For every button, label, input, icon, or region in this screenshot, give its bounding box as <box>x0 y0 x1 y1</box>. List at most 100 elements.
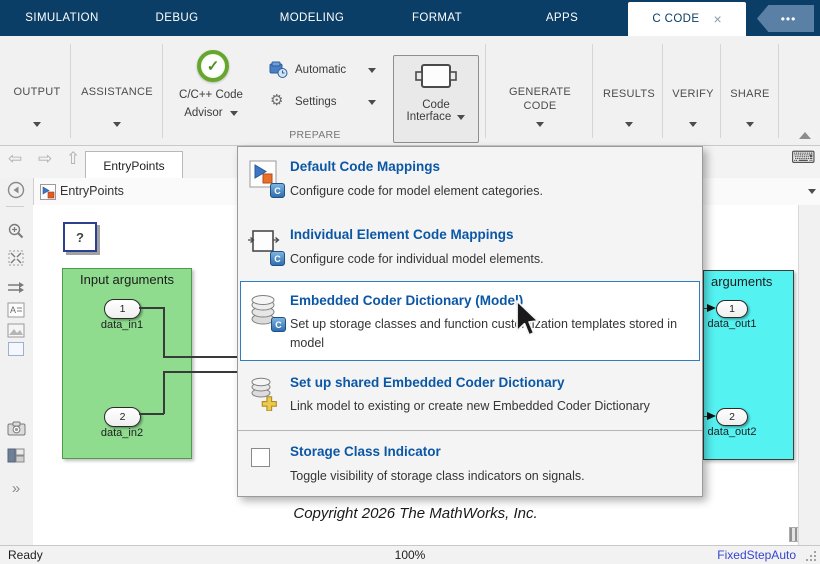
code-interface-button[interactable]: Code Interface <box>393 55 479 143</box>
ribbon-separator <box>662 44 663 138</box>
inport-2-label: data_in2 <box>100 427 144 439</box>
signal-routing-icon[interactable] <box>6 278 26 298</box>
chevron-down-icon[interactable] <box>536 122 544 127</box>
settings-button[interactable]: Settings <box>295 96 337 108</box>
library-browser-icon[interactable] <box>6 445 26 465</box>
signal-wire[interactable] <box>139 413 164 415</box>
chevron-down-icon[interactable] <box>113 122 121 127</box>
tab-debug[interactable]: DEBUG <box>156 0 199 36</box>
storage-class-indicator-checkbox[interactable] <box>251 448 270 467</box>
code-advisor-icon[interactable]: ✓ <box>197 50 229 82</box>
menu-divider <box>238 430 702 431</box>
chevron-down-icon <box>457 115 466 120</box>
code-interface-label-text: Interface <box>406 111 452 123</box>
more-tabs-button[interactable]: ••• <box>757 5 814 32</box>
code-interface-label-line1: Code <box>422 99 450 111</box>
chevron-down-icon[interactable] <box>368 100 376 105</box>
status-solver-link[interactable]: FixedStepAuto <box>717 548 796 562</box>
ribbon: OUTPUT ASSISTANCE ✓ C/C++ Code Advisor A… <box>0 36 820 146</box>
chevron-down-icon[interactable] <box>746 122 754 127</box>
gear-icon: ⚙ <box>270 92 284 109</box>
code-advisor-label-line2[interactable]: Advisor <box>168 107 254 119</box>
code-interface-icon <box>415 64 457 88</box>
chevron-down-icon[interactable] <box>33 122 41 127</box>
forward-arrow-icon[interactable]: ⇨ <box>38 149 52 169</box>
fit-to-view-icon[interactable] <box>6 248 26 268</box>
image-icon[interactable] <box>6 320 26 340</box>
check-icon: ✓ <box>206 58 220 75</box>
zoom-in-icon[interactable] <box>6 221 26 241</box>
chevron-down-icon[interactable] <box>625 122 633 127</box>
up-arrow-icon[interactable]: ⇧ <box>66 149 80 169</box>
tab-modeling[interactable]: MODELING <box>280 0 345 36</box>
keyboard-icon[interactable]: ⌨ <box>791 148 816 168</box>
status-bar: Ready 100% FixedStepAuto <box>0 545 820 564</box>
chevron-down-icon[interactable] <box>368 68 376 73</box>
simulink-model-icon <box>40 184 56 200</box>
code-interface-dropdown-menu: C Default Code Mappings Configure code f… <box>237 146 703 497</box>
c-badge-icon: C <box>270 183 285 198</box>
toolstrip-tab-bar: SIMULATION DEBUG MODELING FORMAT APPS C … <box>0 0 820 36</box>
tab-simulation[interactable]: SIMULATION <box>25 0 98 36</box>
screenshot-camera-icon[interactable] <box>6 418 26 438</box>
tab-c-code-label: C CODE <box>652 13 700 25</box>
signal-wire[interactable] <box>163 372 165 414</box>
inport-1[interactable]: 1 <box>104 299 141 319</box>
vertical-scrollbar[interactable] <box>798 205 820 545</box>
outport-2-label: data_out2 <box>707 426 757 438</box>
menu-item-shared-coder-dictionary[interactable]: Set up shared Embedded Coder Dictionary <box>290 375 565 390</box>
chevron-down-icon[interactable] <box>229 111 238 116</box>
group-share[interactable]: SHARE <box>722 88 778 100</box>
wire-arrowhead-icon <box>707 412 716 420</box>
close-tab-icon[interactable]: × <box>713 12 721 26</box>
signal-wire[interactable] <box>163 307 165 357</box>
menu-item-storage-class-indicator[interactable]: Storage Class Indicator <box>290 444 441 459</box>
group-verify[interactable]: VERIFY <box>666 88 720 100</box>
signal-wire[interactable] <box>139 307 164 309</box>
group-generate-code-line2[interactable]: CODE <box>495 100 585 112</box>
inport-2[interactable]: 2 <box>104 407 141 427</box>
outport-2[interactable]: 2 <box>716 408 748 426</box>
resize-grip-icon[interactable] <box>805 550 817 562</box>
chevron-down-icon[interactable] <box>689 122 697 127</box>
tab-format[interactable]: FORMAT <box>412 0 462 36</box>
menu-item-embedded-coder-dictionary-title[interactable]: Embedded Coder Dictionary (Model) <box>290 293 523 308</box>
shared-coder-dictionary-icon <box>249 375 283 412</box>
document-tab-entrypoints[interactable]: EntryPoints <box>85 151 183 179</box>
box-area-icon[interactable] <box>6 339 26 359</box>
group-assistance[interactable]: ASSISTANCE <box>76 86 158 98</box>
ellipsis-icon: ••• <box>780 11 797 26</box>
copyright-annotation: Copyright 2026 The MathWorks, Inc. <box>293 505 538 522</box>
c-badge-icon: C <box>271 317 286 332</box>
mouse-cursor <box>516 300 539 336</box>
menu-item-default-code-mappings-desc: Configure code for model element categor… <box>290 184 543 198</box>
unknown-block[interactable]: ? <box>63 222 97 252</box>
menu-item-default-code-mappings[interactable]: Default Code Mappings <box>290 159 440 174</box>
outport-1-label: data_out1 <box>707 318 757 330</box>
back-arrow-icon[interactable]: ⇦ <box>8 149 22 169</box>
group-generate-code[interactable]: GENERATE <box>495 86 585 98</box>
group-output[interactable]: OUTPUT <box>6 86 68 98</box>
chevron-down-icon[interactable] <box>808 189 816 194</box>
palette-expand-icon[interactable]: » <box>6 478 26 498</box>
tab-apps[interactable]: APPS <box>546 0 578 36</box>
annotation-icon[interactable]: A <box>6 300 26 320</box>
input-block-title: Input arguments <box>80 272 174 287</box>
menu-item-individual-element-code-mappings[interactable]: Individual Element Code Mappings <box>290 227 514 242</box>
minimize-ribbon-icon[interactable] <box>799 132 811 139</box>
signal-wire[interactable] <box>163 356 239 358</box>
outport-1[interactable]: 1 <box>716 300 748 318</box>
default-code-mappings-icon: C <box>248 159 285 198</box>
tab-c-code-active[interactable]: C CODE × <box>628 2 746 36</box>
group-label-prepare: PREPARE <box>289 129 341 141</box>
wire-arrowhead-icon <box>707 304 716 312</box>
ribbon-separator <box>70 44 71 138</box>
group-results[interactable]: RESULTS <box>600 88 658 100</box>
hide-browser-icon[interactable] <box>6 180 26 200</box>
automatic-button[interactable]: Automatic <box>295 64 346 76</box>
code-advisor-label-line1[interactable]: C/C++ Code <box>168 89 254 101</box>
signal-wire[interactable] <box>163 371 239 373</box>
individual-element-code-mappings-icon: C <box>248 227 285 266</box>
menu-item-individual-element-code-mappings-desc: Configure code for individual model elem… <box>290 252 544 266</box>
breadcrumb-item[interactable]: EntryPoints <box>60 184 124 198</box>
